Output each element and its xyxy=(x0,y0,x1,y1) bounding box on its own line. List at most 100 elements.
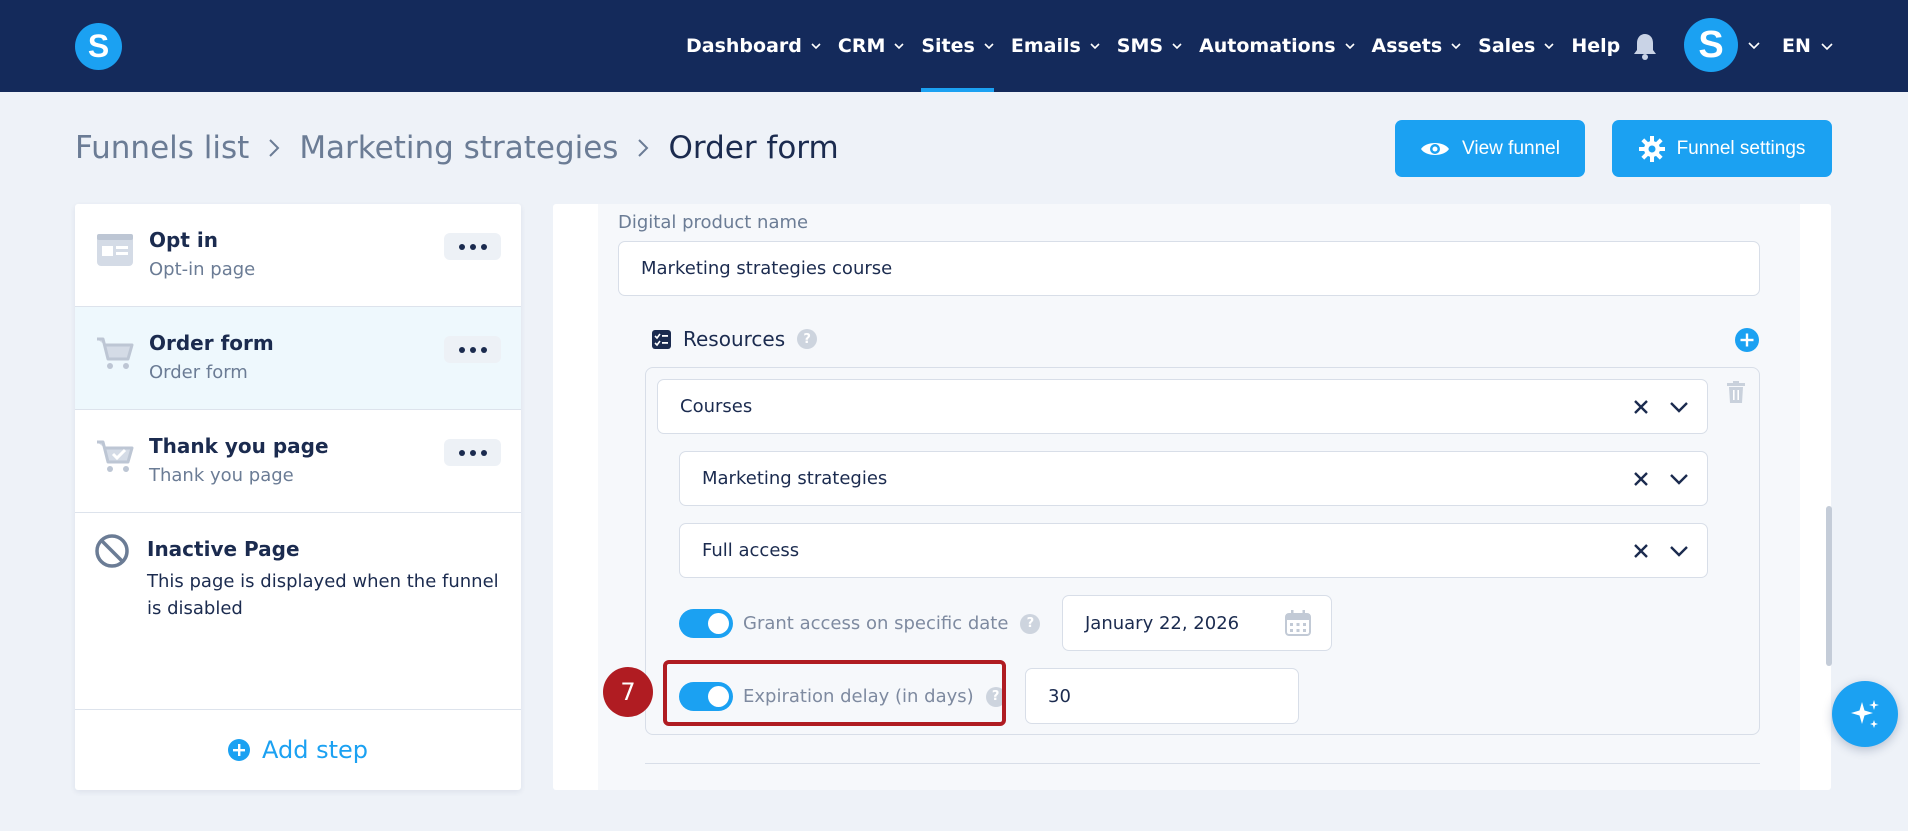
disabled-icon xyxy=(95,534,129,568)
access-select[interactable]: Full access xyxy=(679,523,1708,578)
funnel-settings-label: Funnel settings xyxy=(1676,137,1806,159)
chevron-down-icon xyxy=(1451,43,1461,50)
plus-circle-icon xyxy=(227,739,250,761)
product-name-label: Digital product name xyxy=(618,212,809,233)
course-select[interactable]: Marketing strategies xyxy=(679,451,1708,506)
nav-label: Dashboard xyxy=(686,35,802,57)
nav-label: Sites xyxy=(921,35,975,57)
annotation-step-badge: 7 xyxy=(603,667,653,717)
breadcrumb: Funnels list Marketing strategies Order … xyxy=(75,128,839,168)
chevron-down-icon xyxy=(811,43,821,50)
nav-emails[interactable]: Emails xyxy=(1011,0,1100,92)
clear-icon[interactable] xyxy=(1633,471,1649,487)
clear-icon[interactable] xyxy=(1633,543,1649,559)
step-subtitle: Opt-in page xyxy=(149,259,256,280)
view-funnel-label: View funnel xyxy=(1462,137,1560,159)
language-label: EN xyxy=(1782,35,1811,57)
chevron-down-icon xyxy=(984,43,994,50)
resource-type-value: Courses xyxy=(680,396,753,417)
step-description: This page is displayed when the funnel i… xyxy=(147,571,499,619)
grant-access-label: Grant access on specific date xyxy=(743,613,1009,634)
nav-sales[interactable]: Sales xyxy=(1478,0,1554,92)
expiration-delay-input[interactable]: 30 xyxy=(1025,668,1299,724)
eye-icon xyxy=(1421,142,1450,155)
chevron-down-icon[interactable] xyxy=(1669,473,1689,485)
grant-access-date-value: January 22, 2026 xyxy=(1085,612,1240,634)
user-avatar[interactable]: S xyxy=(1684,18,1738,72)
nav-label: CRM xyxy=(837,35,886,57)
clear-icon[interactable] xyxy=(1633,399,1649,415)
step-order-form[interactable]: Order form Order form xyxy=(75,307,521,410)
chevron-down-icon xyxy=(1090,43,1100,50)
top-navbar: S Dashboard CRM Sites Emails SMS Automat… xyxy=(0,0,1908,92)
add-step-button[interactable]: Add step xyxy=(75,709,521,790)
nav-label: Assets xyxy=(1371,35,1443,57)
resources-label: Resources xyxy=(683,327,786,351)
help-icon[interactable]: ? xyxy=(797,329,818,349)
grant-access-date-input[interactable]: January 22, 2026 xyxy=(1062,595,1332,651)
scrollbar-thumb[interactable] xyxy=(1826,506,1832,666)
chevron-down-icon xyxy=(1544,43,1554,50)
chevron-down-icon[interactable] xyxy=(1748,40,1760,50)
chevron-down-icon xyxy=(1172,43,1182,50)
nav-label: Automations xyxy=(1199,35,1336,57)
step-title: Thank you page xyxy=(149,434,329,458)
nav-automations[interactable]: Automations xyxy=(1199,0,1355,92)
checklist-icon xyxy=(652,329,671,349)
annotation-highlight xyxy=(663,660,1006,726)
add-resource-icon[interactable] xyxy=(1735,328,1759,352)
funnel-steps-panel: Opt in Opt-in page Order form Order form… xyxy=(75,204,521,790)
step-inactive-page[interactable]: Inactive Page This page is displayed whe… xyxy=(75,513,521,663)
view-funnel-button[interactable]: View funnel xyxy=(1395,120,1585,177)
nav-sms[interactable]: SMS xyxy=(1117,0,1182,92)
nav-label: Emails xyxy=(1010,35,1081,57)
app-logo[interactable]: S xyxy=(75,23,122,70)
main-menu: Dashboard CRM Sites Emails SMS Automatio… xyxy=(686,0,1637,92)
expiration-delay-value: 30 xyxy=(1048,685,1071,707)
cart-icon xyxy=(97,337,134,369)
course-value: Marketing strategies xyxy=(702,468,888,489)
nav-label: Help xyxy=(1571,35,1621,57)
nav-assets[interactable]: Assets xyxy=(1372,0,1462,92)
breadcrumb-funnel[interactable]: Marketing strategies xyxy=(299,130,618,166)
bell-icon[interactable] xyxy=(1632,32,1658,60)
step-subtitle: Thank you page xyxy=(149,465,294,486)
chevron-down-icon[interactable] xyxy=(1669,401,1689,413)
nav-crm[interactable]: CRM xyxy=(838,0,904,92)
step-opt-in[interactable]: Opt in Opt-in page xyxy=(75,204,521,307)
grant-access-row: Grant access on specific date ? xyxy=(743,609,1041,638)
access-value: Full access xyxy=(702,540,800,561)
page-layout-icon xyxy=(97,234,133,266)
nav-sites[interactable]: Sites xyxy=(921,0,995,92)
nav-help[interactable]: Help xyxy=(1571,0,1620,92)
language-selector[interactable]: EN xyxy=(1782,0,1833,92)
product-name-value: Marketing strategies course xyxy=(641,258,893,279)
nav-label: Sales xyxy=(1478,35,1536,57)
gear-icon xyxy=(1638,135,1665,162)
step-more-button[interactable] xyxy=(444,336,501,363)
chevron-down-icon xyxy=(1344,43,1355,50)
chevron-down-icon[interactable] xyxy=(1669,545,1689,557)
chevron-right-icon xyxy=(638,139,649,157)
nav-label: SMS xyxy=(1116,35,1164,57)
step-subtitle: Order form xyxy=(149,362,248,383)
cart-check-icon xyxy=(97,440,134,472)
grant-access-toggle[interactable] xyxy=(679,609,733,638)
step-title: Inactive Page xyxy=(147,537,300,561)
step-title: Opt in xyxy=(149,228,218,252)
calendar-icon[interactable] xyxy=(1285,610,1311,636)
chevron-right-icon xyxy=(269,139,280,157)
nav-dashboard[interactable]: Dashboard xyxy=(686,0,821,92)
step-thank-you[interactable]: Thank you page Thank you page xyxy=(75,410,521,513)
funnel-settings-button[interactable]: Funnel settings xyxy=(1612,120,1832,177)
add-step-label: Add step xyxy=(261,736,368,764)
help-icon[interactable]: ? xyxy=(1020,613,1041,634)
step-more-button[interactable] xyxy=(444,439,501,466)
trash-icon[interactable] xyxy=(1727,381,1745,403)
step-more-button[interactable] xyxy=(444,233,501,260)
ai-assistant-button[interactable] xyxy=(1832,681,1898,747)
resource-type-select[interactable]: Courses xyxy=(657,379,1708,434)
product-name-input[interactable]: Marketing strategies course xyxy=(618,241,1760,296)
sparkle-icon xyxy=(1851,700,1879,728)
breadcrumb-funnels-list[interactable]: Funnels list xyxy=(75,130,249,166)
